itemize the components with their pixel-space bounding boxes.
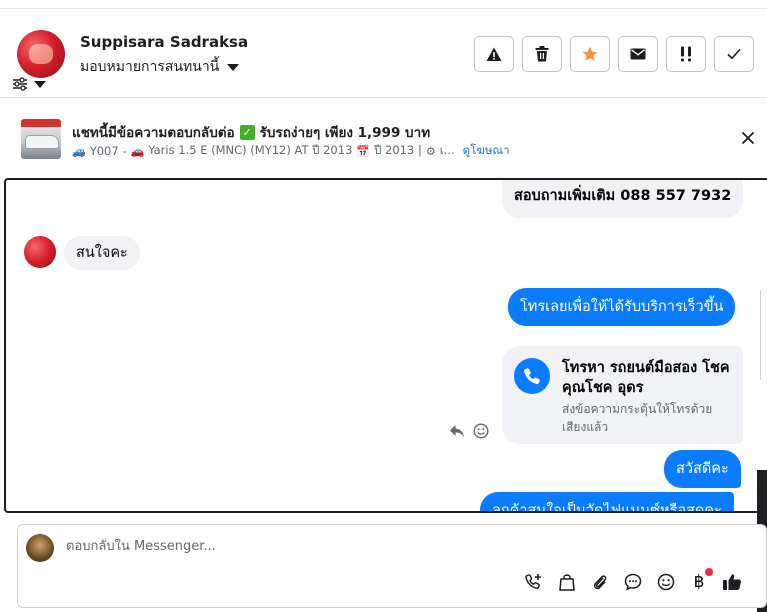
- close-banner-button[interactable]: [741, 130, 755, 149]
- message-input[interactable]: [66, 539, 666, 554]
- paperclip-icon[interactable]: [590, 570, 610, 594]
- shopping-bag-icon[interactable]: [557, 570, 577, 594]
- composer-toolbar: ฿: [524, 568, 742, 594]
- check-icon: [727, 48, 741, 60]
- call-card-subtitle: ส่งข้อความกระตุ้นให้โทรด้วยเสียงแล้ว: [562, 402, 713, 434]
- mark-spam-button[interactable]: [666, 36, 706, 72]
- close-icon: [741, 131, 755, 145]
- message-bubble[interactable]: ลูกค้าสนใจเป็นวัดไฟแนนซ์หรือสดคะ: [480, 492, 734, 511]
- warning-icon: [486, 47, 502, 61]
- ad-code: Y007 -: [89, 144, 127, 158]
- notification-dot: [705, 568, 713, 576]
- chevron-down-icon: [34, 80, 46, 88]
- trash-icon: [535, 46, 549, 62]
- baht-icon[interactable]: ฿: [689, 568, 713, 594]
- message-bubble[interactable]: โทรเลยเพื่อให้ได้รับบริการเร็วขึ้น: [508, 288, 736, 326]
- call-request-card[interactable]: โทรหา รถยนต์มือสอง โชคคุณโชค อุดร ส่งข้อ…: [502, 346, 743, 444]
- contact-name[interactable]: Suppisara Sadraksa: [80, 33, 248, 51]
- ad-title: แชทนี้มีข้อความตอบกลับต่อ ✓ รับรถง่ายๆ เ…: [72, 121, 430, 143]
- sliders-icon: [13, 77, 27, 91]
- assign-conversation-dropdown[interactable]: มอบหมายการสนทนานี้: [80, 56, 240, 78]
- react-emoji-icon[interactable]: [473, 423, 489, 439]
- top-divider: [0, 8, 767, 9]
- chevron-down-icon: [227, 63, 240, 71]
- mark-unread-button[interactable]: [618, 36, 658, 72]
- message-bubble[interactable]: สนใจคะ: [64, 236, 140, 270]
- ad-model: Yaris 1.5 E (MNC) (MY12) AT ปี 2013: [148, 143, 353, 157]
- exclamation-icon: [681, 46, 691, 62]
- message-bubble[interactable]: สวัสดีคะ: [664, 450, 741, 488]
- call-card-title: โทรหา รถยนต์มือสอง โชคคุณโชค อุดร: [562, 360, 730, 396]
- message-composer: ฿: [17, 524, 767, 608]
- page-avatar: [26, 534, 54, 562]
- phone-icon: [514, 358, 550, 394]
- reply-icon[interactable]: [449, 424, 465, 438]
- envelope-icon: [630, 48, 646, 60]
- ad-context-banner: แชทนี้มีข้อความตอบกลับต่อ ✓ รับรถง่ายๆ เ…: [0, 108, 767, 170]
- ad-truncated: เ...: [439, 143, 455, 157]
- add-call-icon[interactable]: [524, 570, 544, 594]
- view-ad-link[interactable]: ดูโฆษณา: [463, 142, 510, 160]
- star-button[interactable]: [570, 36, 610, 72]
- contact-avatar[interactable]: [17, 30, 65, 78]
- message-bubble[interactable]: สอบถามเพิ่มเติม 088 557 7932: [502, 180, 744, 218]
- sender-avatar[interactable]: [24, 236, 56, 268]
- thumbs-up-icon[interactable]: [722, 570, 742, 594]
- message-thread[interactable]: สอบถามเพิ่มเติม 088 557 7932 สนใจคะ โทรเ…: [4, 178, 767, 513]
- car-emoji-icon: 🚗: [130, 144, 145, 158]
- conversation-actions: [474, 36, 754, 72]
- ad-subtitle: 🚙 Y007 - 🚗 Yaris 1.5 E (MNC) (MY12) AT ป…: [72, 142, 510, 160]
- star-icon: [582, 46, 598, 61]
- gear-emoji-icon: ⚙: [425, 144, 436, 158]
- ad-thumbnail[interactable]: [21, 119, 61, 159]
- assign-label: มอบหมายการสนทนานี้: [80, 59, 220, 75]
- conversation-header: Suppisara Sadraksa มอบหมายการสนทนานี้: [0, 10, 767, 98]
- ad-title-part1: แชทนี้มีข้อความตอบกลับต่อ: [72, 125, 235, 141]
- check-box-emoji-icon: ✓: [239, 124, 255, 140]
- delete-button[interactable]: [522, 36, 562, 72]
- emoji-icon[interactable]: [656, 570, 676, 594]
- ad-year: ปี 2013 |: [374, 143, 422, 157]
- mark-done-button[interactable]: [714, 36, 754, 72]
- chat-bubble-icon[interactable]: [623, 570, 643, 594]
- message-hover-actions: [449, 423, 489, 439]
- report-button[interactable]: [474, 36, 514, 72]
- side-panel-edge: [760, 290, 767, 380]
- ad-title-part2: รับรถง่ายๆ เพียง 1,999 บาท: [259, 125, 431, 141]
- filter-button[interactable]: [12, 77, 46, 91]
- truck-emoji-icon: 🚙: [72, 144, 86, 158]
- calendar-emoji-icon: 📅: [356, 144, 371, 158]
